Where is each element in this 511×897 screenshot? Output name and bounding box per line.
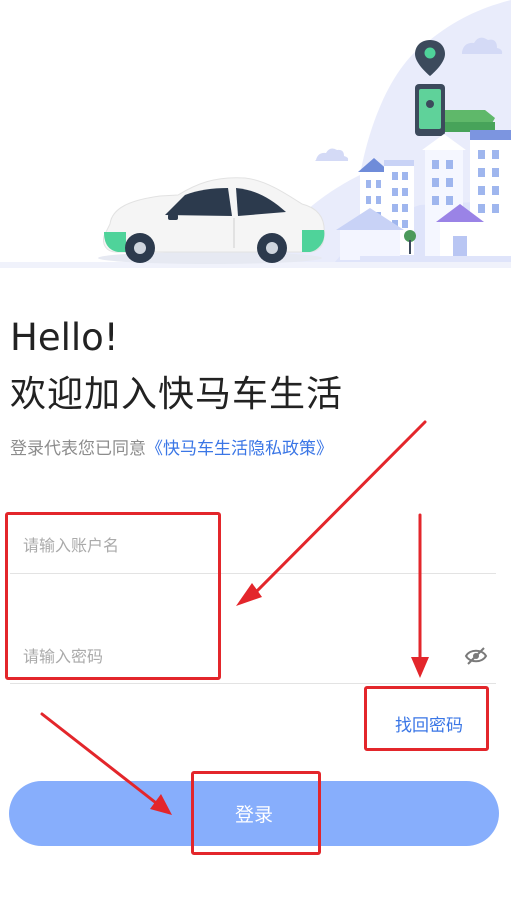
greeting-hello: Hello! xyxy=(10,316,119,359)
password-input[interactable] xyxy=(10,641,423,671)
username-field-row xyxy=(10,528,496,574)
username-input[interactable] xyxy=(10,530,423,560)
forgot-password-link[interactable]: 找回密码 xyxy=(395,711,463,736)
password-field-row xyxy=(10,638,496,684)
login-button[interactable]: 登录 xyxy=(9,781,499,846)
eye-off-icon[interactable] xyxy=(464,646,488,666)
greeting-welcome: 欢迎加入快马车生活 xyxy=(10,374,344,415)
hero-illustration xyxy=(0,0,511,268)
consent-prefix: 登录代表您已同意 xyxy=(10,439,146,459)
privacy-policy-link[interactable]: 《快马车生活隐私政策》 xyxy=(146,439,333,459)
privacy-consent: 登录代表您已同意《快马车生活隐私政策》 xyxy=(10,437,333,461)
